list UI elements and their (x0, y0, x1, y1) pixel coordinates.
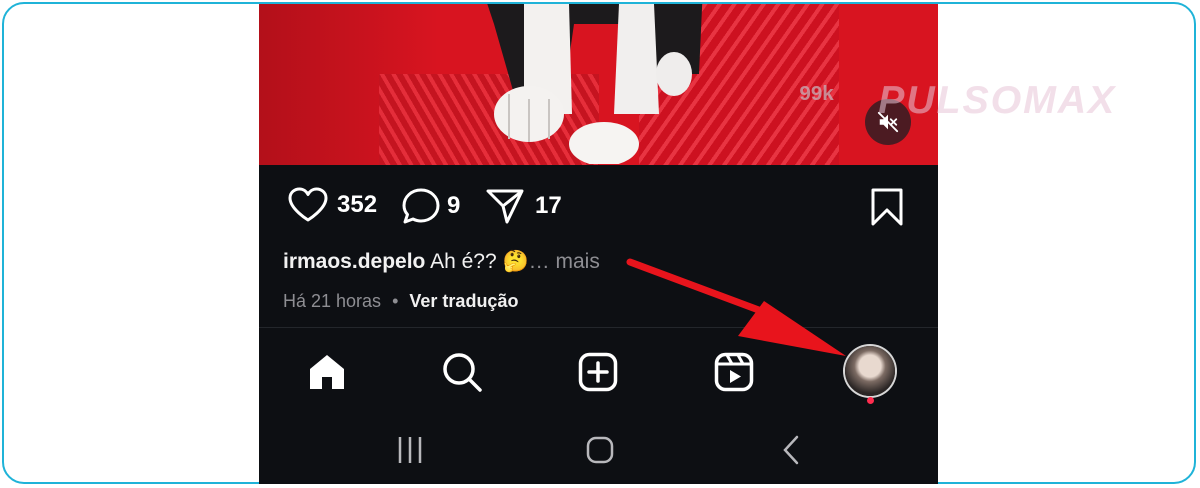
plus-square-icon (578, 352, 618, 392)
tabbar-divider (259, 327, 938, 328)
comment-count: 9 (447, 192, 461, 219)
post-actions: 352 9 17 (259, 179, 938, 233)
username-link[interactable]: irmaos.depelo (283, 250, 425, 273)
share-count: 17 (535, 192, 562, 219)
cat-image (487, 4, 703, 164)
post-meta: Há 21 horas • Ver tradução (283, 291, 518, 312)
watermark: 99k PULSOMAX (799, 78, 1117, 122)
tab-reels[interactable] (709, 347, 759, 397)
bookmark-icon (871, 188, 903, 226)
like-button[interactable]: 352 (287, 187, 377, 223)
tab-home[interactable] (302, 347, 352, 397)
tab-create[interactable] (573, 347, 623, 397)
comment-button[interactable]: 9 (401, 187, 460, 225)
translate-link[interactable]: Ver tradução (409, 291, 518, 311)
recents-icon (398, 437, 422, 463)
recents-button[interactable] (390, 432, 430, 468)
avatar[interactable] (845, 346, 895, 396)
back-icon (783, 435, 799, 465)
system-home-button[interactable] (580, 432, 620, 468)
home-icon (310, 355, 344, 389)
tab-search[interactable] (437, 347, 487, 397)
post-caption: irmaos.depelo Ah é?? 🤔… mais (283, 250, 600, 274)
caption-text: Ah é?? (430, 250, 497, 273)
send-icon (486, 189, 524, 224)
back-button[interactable] (771, 432, 811, 468)
share-button[interactable]: 17 (485, 187, 562, 225)
search-icon (443, 353, 482, 392)
reels-icon (714, 352, 754, 392)
heart-icon (288, 187, 328, 222)
post-timestamp: Há 21 horas (283, 291, 382, 311)
comment-icon (402, 188, 440, 224)
notification-dot (867, 397, 874, 404)
watermark-badge: 99k (799, 82, 834, 105)
more-link[interactable]: … mais (529, 250, 600, 273)
system-home-icon (586, 436, 614, 464)
save-button[interactable] (869, 187, 905, 227)
meta-separator: • (392, 291, 399, 311)
caption-emoji: 🤔 (502, 250, 529, 273)
like-count: 352 (337, 191, 378, 218)
watermark-text: PULSOMAX (878, 78, 1117, 122)
